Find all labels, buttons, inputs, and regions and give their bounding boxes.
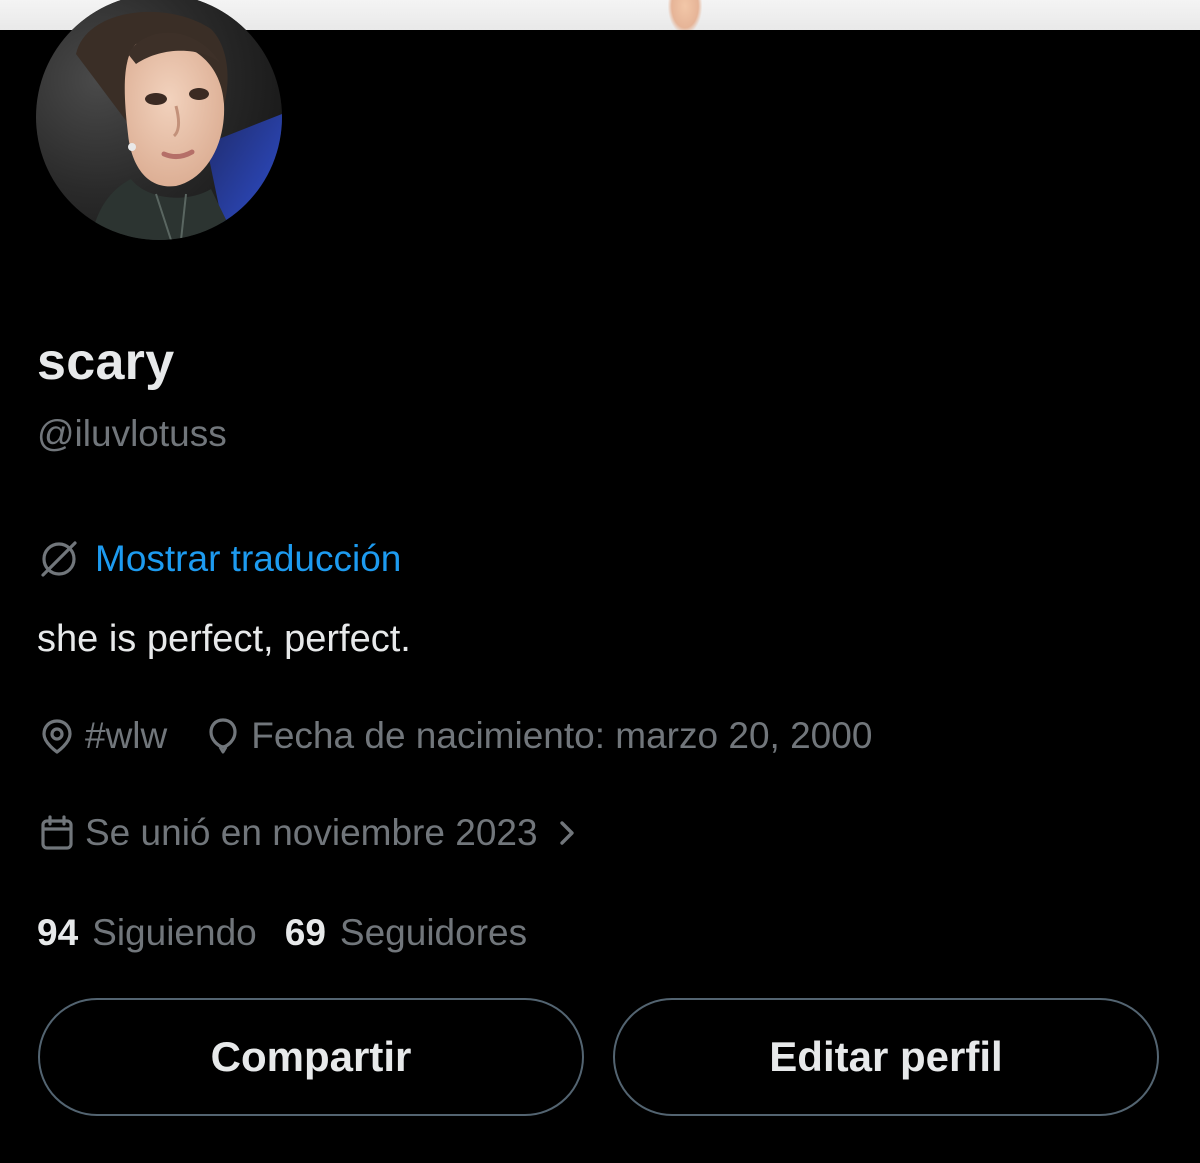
location-text[interactable]: #wlw <box>85 714 167 758</box>
user-handle: @iluvlotuss <box>37 413 227 454</box>
display-name: scary <box>37 333 175 391</box>
globe-slash-icon <box>37 537 81 581</box>
birthdate-item: Fecha de nacimiento: marzo 20, 2000 <box>203 714 872 758</box>
profile-bio: she is perfect, perfect. <box>37 618 411 660</box>
followers-count: 69 <box>284 912 326 953</box>
edit-profile-button[interactable]: Editar perfil <box>613 998 1159 1116</box>
following-stat[interactable]: 94 Siguiendo <box>37 910 257 956</box>
balloon-icon <box>203 716 243 756</box>
followers-stat[interactable]: 69 Seguidores <box>285 910 527 956</box>
joined-row[interactable]: Se unió en noviembre 2023 <box>37 811 580 855</box>
location-item: #wlw <box>37 714 167 758</box>
translate-bio-row[interactable]: Mostrar traducción <box>37 536 401 582</box>
location-pin-icon <box>37 716 77 756</box>
show-translation-link[interactable]: Mostrar traducción <box>95 537 401 581</box>
calendar-icon <box>37 813 77 853</box>
birthdate-text: Fecha de nacimiento: marzo 20, 2000 <box>251 715 873 756</box>
avatar[interactable] <box>36 0 282 240</box>
chevron-right-icon[interactable] <box>556 813 580 853</box>
joined-text: Se unió en noviembre 2023 <box>85 812 538 853</box>
follow-stats: 94 Siguiendo 69 Seguidores <box>37 910 527 956</box>
share-button[interactable]: Compartir <box>38 998 584 1116</box>
banner-photo-detail <box>668 0 702 30</box>
followers-label: Seguidores <box>339 912 528 953</box>
avatar-photo <box>36 0 282 240</box>
profile-meta-row: #wlw Fecha de nacimiento: marzo 20, 2000 <box>37 714 872 758</box>
following-count: 94 <box>37 912 79 953</box>
following-label: Siguiendo <box>92 912 257 953</box>
joined-item[interactable]: Se unió en noviembre 2023 <box>37 811 538 855</box>
